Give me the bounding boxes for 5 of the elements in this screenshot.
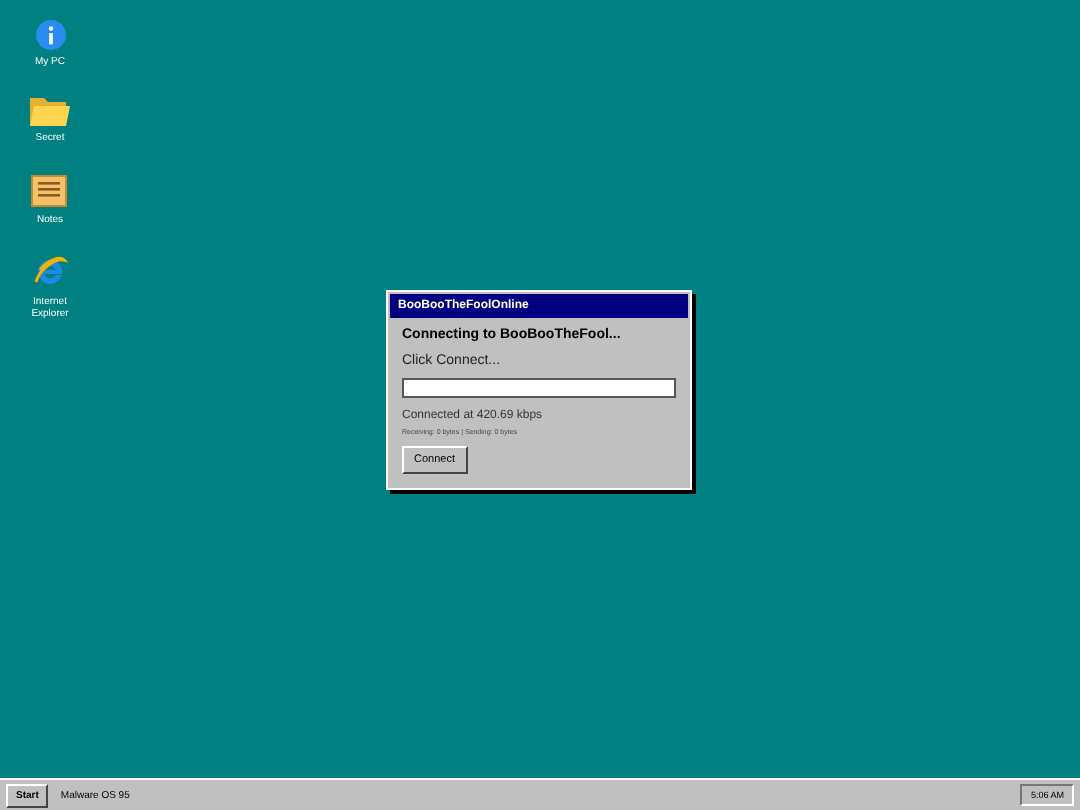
folder-icon xyxy=(30,96,70,127)
browser-icon xyxy=(32,253,68,290)
input-field[interactable] xyxy=(402,378,676,398)
notepad-icon xyxy=(30,173,70,207)
info-icon xyxy=(35,20,65,50)
